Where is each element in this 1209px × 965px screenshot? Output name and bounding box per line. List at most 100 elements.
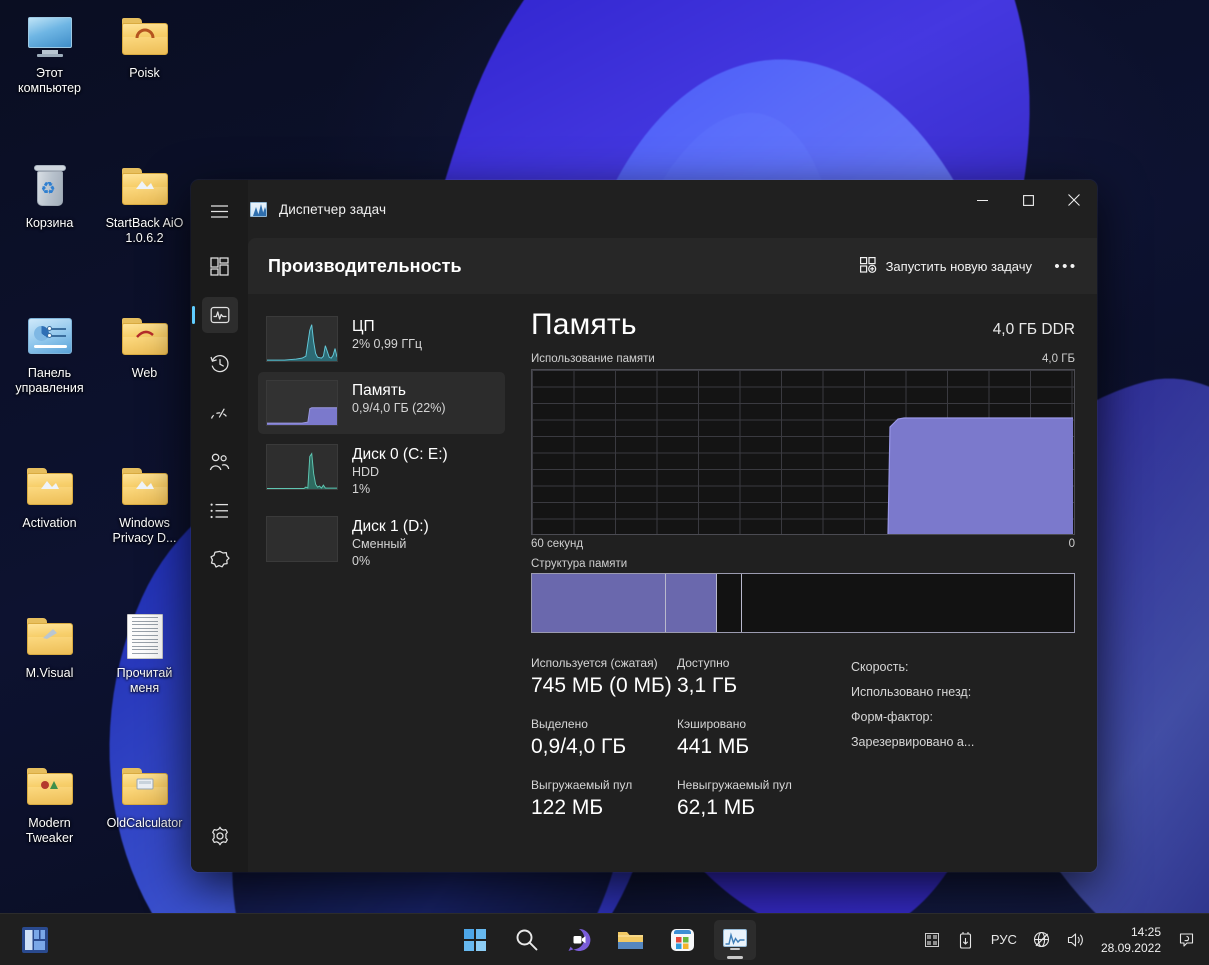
composition-segment-free <box>740 574 1074 632</box>
cpu-mini-graph <box>266 316 338 362</box>
text-document-icon <box>121 612 169 660</box>
committed-label: Выделено <box>531 717 588 731</box>
desktop[interactable]: Этот компьютер Poisk ♻ Корзина StartBack <box>0 0 1209 965</box>
sidebar-item-services[interactable] <box>202 542 238 578</box>
desktop-icon-mvisual[interactable]: M.Visual <box>4 606 95 756</box>
startback-button[interactable] <box>18 923 52 957</box>
resource-detail: 1% <box>352 482 371 496</box>
page-toolbar: Производительность Запустить новую задач… <box>248 238 1097 294</box>
this-pc-icon <box>26 12 74 60</box>
nonpaged-pool-value: 62,1 МБ <box>677 796 755 819</box>
taskbar-start-button[interactable] <box>454 920 496 960</box>
memory-usage-graph <box>531 369 1075 535</box>
desktop-icon-label: M.Visual <box>25 666 74 680</box>
resource-list[interactable]: ЦП 2% 0,99 ГГц Память 0,9/4,0 ГБ (22%) Д… <box>248 294 513 872</box>
clock-date: 28.09.2022 <box>1100 940 1161 955</box>
folder-icon <box>26 762 74 810</box>
usage-graph-max: 4,0 ГБ <box>1042 353 1075 365</box>
task-manager-icon <box>250 201 267 217</box>
notification-bell-icon[interactable] <box>1173 931 1199 948</box>
desktop-icon-oldcalculator[interactable]: OldCalculator <box>99 756 190 906</box>
desktop-icon-this-pc[interactable]: Этот компьютер <box>4 6 95 156</box>
taskbar-search-button[interactable] <box>506 920 548 960</box>
resource-type: Сменный <box>352 537 407 551</box>
sidebar-item-users[interactable] <box>202 444 238 480</box>
taskbar-chat-button[interactable] <box>558 920 600 960</box>
desktop-icon-web[interactable]: Web <box>99 306 190 456</box>
sidebar-item-startup-apps[interactable] <box>202 395 238 431</box>
speed-label: Скорость: <box>851 660 909 674</box>
desktop-icon-control-panel[interactable]: Панель управления <box>4 306 95 456</box>
usage-graph-time-span: 60 секунд <box>531 538 584 550</box>
desktop-icon-label: Modern Tweaker <box>25 816 74 845</box>
paged-pool-label: Выгружаемый пул <box>531 778 633 792</box>
sidebar-item-processes[interactable] <box>202 248 238 284</box>
resource-item-cpu[interactable]: ЦП 2% 0,99 ГГц <box>258 308 505 370</box>
resource-item-memory[interactable]: Память 0,9/4,0 ГБ (22%) <box>258 372 505 434</box>
desktop-icon-label: Web <box>131 366 158 380</box>
control-panel-icon <box>26 312 74 360</box>
run-new-task-button[interactable]: Запустить новую задачу <box>849 251 1043 282</box>
desktop-icon-label: StartBack AiO 1.0.6.2 <box>105 216 184 245</box>
sidebar-item-details[interactable] <box>202 493 238 529</box>
clock[interactable]: 14:25 28.09.2022 <box>1095 924 1169 956</box>
system-tray[interactable]: РУС 14:25 28.09.2022 <box>917 923 1199 957</box>
usage-graph-time-end: 0 <box>1068 538 1075 550</box>
navigation-rail[interactable] <box>191 180 248 872</box>
show-hidden-icons-icon[interactable] <box>917 923 947 957</box>
volume-icon[interactable] <box>1061 923 1091 957</box>
clock-time: 14:25 <box>1130 924 1161 939</box>
taskbar-microsoft-store-button[interactable] <box>662 920 704 960</box>
menu-icon[interactable] <box>202 193 238 229</box>
close-button[interactable] <box>1051 180 1097 220</box>
in-use-value: 745 МБ (0 МБ) <box>531 674 672 697</box>
language-indicator[interactable]: РУС <box>985 932 1023 947</box>
resource-item-disk-0[interactable]: Диск 0 (C: E:) HDD 1% <box>258 436 505 506</box>
resource-name: Диск 1 (D:) <box>352 518 429 535</box>
stat-row-in-use: Используется (сжатая) 745 МБ (0 МБ) Дост… <box>531 655 831 700</box>
desktop-icon-poisk[interactable]: Poisk <box>99 6 190 156</box>
window-title: Диспетчер задач <box>279 201 387 217</box>
minimize-button[interactable] <box>959 180 1005 220</box>
desktop-icon-label: Poisk <box>129 66 160 80</box>
task-manager-window[interactable]: Диспетчер задач Производительность Запус… <box>191 180 1097 872</box>
usb-eject-icon[interactable] <box>951 923 981 957</box>
desktop-icon-label: Панель управления <box>15 366 84 395</box>
taskbar[interactable]: РУС 14:25 28.09.2022 <box>0 913 1209 965</box>
nonpaged-pool-label: Невыгружаемый пул <box>677 778 792 792</box>
desktop-icon-grid: Этот компьютер Poisk ♻ Корзина StartBack <box>4 6 190 906</box>
desktop-icon-label: Корзина <box>25 216 74 230</box>
disk1-mini-graph <box>266 516 338 562</box>
taskbar-file-explorer-button[interactable] <box>610 920 652 960</box>
composition-segment-standby <box>716 574 741 632</box>
cached-value: 441 МБ <box>677 735 750 758</box>
composition-segment-in-use <box>532 574 665 632</box>
taskbar-center-group[interactable] <box>454 919 756 960</box>
desktop-icon-recycle-bin[interactable]: ♻ Корзина <box>4 156 95 306</box>
desktop-icon-label: Windows Privacy D... <box>112 516 177 545</box>
desktop-icon-activation[interactable]: Activation <box>4 456 95 606</box>
more-options-button[interactable]: ••• <box>1049 251 1083 281</box>
taskbar-task-manager-button[interactable] <box>713 919 756 960</box>
folder-icon <box>121 462 169 510</box>
memory-composition-bar[interactable] <box>531 573 1075 633</box>
memory-mini-graph <box>266 380 338 426</box>
window-titlebar[interactable]: Диспетчер задач <box>248 180 1097 238</box>
desktop-icon-readme[interactable]: Прочитай меня <box>99 606 190 756</box>
detail-title: Память <box>531 308 637 341</box>
resource-item-disk-1[interactable]: Диск 1 (D:) Сменный 0% <box>258 508 505 578</box>
desktop-icon-modern-tweaker[interactable]: Modern Tweaker <box>4 756 95 906</box>
maximize-button[interactable] <box>1005 180 1051 220</box>
form-factor-label: Форм-фактор: <box>851 710 933 724</box>
network-offline-icon[interactable] <box>1027 923 1057 957</box>
settings-gear-icon[interactable] <box>202 818 238 854</box>
desktop-icon-windows-privacy[interactable]: Windows Privacy D... <box>99 456 190 606</box>
desktop-icon-startback[interactable]: StartBack AiO 1.0.6.2 <box>99 156 190 306</box>
run-new-task-label: Запустить новую задачу <box>885 258 1032 274</box>
sidebar-item-app-history[interactable] <box>202 346 238 382</box>
window-controls[interactable] <box>959 180 1097 238</box>
resource-detail: 0,9/4,0 ГБ (22%) <box>352 401 446 415</box>
slots-used-label: Использовано гнезд: <box>851 685 972 699</box>
desktop-icon-label: OldCalculator <box>106 816 183 830</box>
sidebar-item-performance[interactable] <box>191 297 238 333</box>
